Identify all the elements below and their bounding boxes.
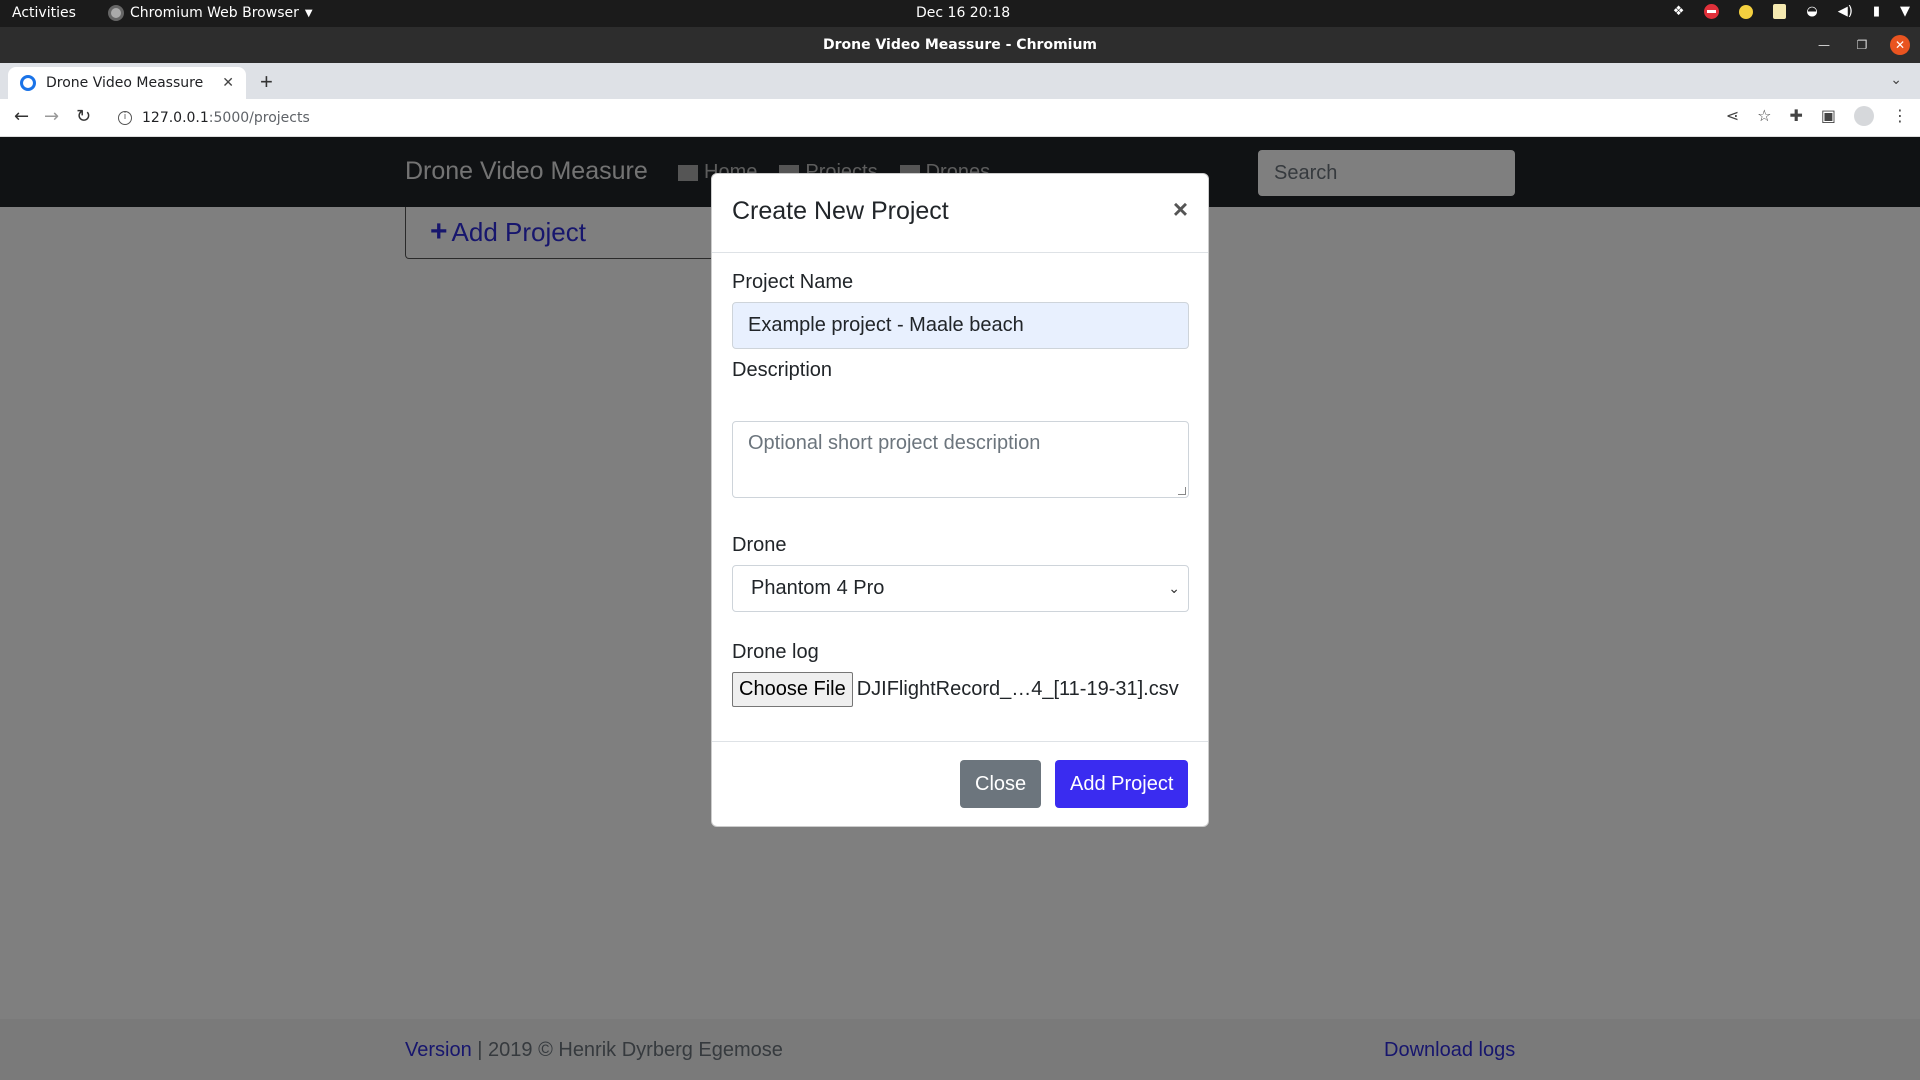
caret-down-icon: ▼ <box>304 7 313 19</box>
window-title-bar: Drone Video Meassure - Chromium — ❐ ✕ <box>0 27 1920 63</box>
drone-select[interactable]: Phantom 4 Pro ⌄ <box>732 565 1189 612</box>
favicon-icon <box>20 75 36 91</box>
extensions-icon[interactable]: ✚ <box>1789 106 1802 126</box>
address-bar[interactable]: i 127.0.0.1 :5000/projects <box>110 103 1710 133</box>
notification-icon[interactable] <box>1739 4 1754 19</box>
battery-icon[interactable]: ▮ <box>1873 4 1880 19</box>
wifi-icon[interactable]: ◒ <box>1806 4 1817 19</box>
add-project-button[interactable]: Add Project <box>1055 760 1189 808</box>
reload-icon[interactable]: ↻ <box>76 106 91 127</box>
back-icon[interactable]: ← <box>14 106 29 127</box>
modal-title: Create New Project <box>732 197 949 225</box>
close-button[interactable]: Close <box>960 760 1042 808</box>
profile-icon[interactable] <box>1854 106 1874 126</box>
side-panel-icon[interactable]: ▣ <box>1821 106 1836 126</box>
activities-button[interactable]: Activities <box>12 5 76 21</box>
close-icon[interactable]: × <box>1173 196 1188 222</box>
description-label: Description <box>732 359 833 381</box>
window-title: Drone Video Meassure - Chromium <box>822 37 1098 53</box>
selected-file-name: DJIFlightRecord_…4_[11-19-31].csv <box>856 678 1179 700</box>
chevron-down-icon: ⌄ <box>1168 580 1180 596</box>
tab-search-icon[interactable]: ⌄ <box>1890 71 1902 88</box>
do-not-disturb-icon[interactable] <box>1704 4 1720 19</box>
url-path: :5000/projects <box>208 110 310 126</box>
tab-title: Drone Video Meassure <box>46 75 204 91</box>
modal-header: Create New Project × <box>712 174 1208 253</box>
os-top-bar: Activities Chromium Web Browser ▼ Dec 16… <box>0 0 1920 27</box>
project-name-input[interactable]: Example project - Maale beach <box>732 302 1189 349</box>
chromium-icon <box>108 5 124 21</box>
share-icon[interactable]: ⋖ <box>1726 106 1739 126</box>
notes-icon[interactable] <box>1773 4 1787 19</box>
project-name-label: Project Name <box>732 271 854 293</box>
drone-selected-value: Phantom 4 Pro <box>751 577 885 599</box>
window-close-icon[interactable]: ✕ <box>1890 35 1910 55</box>
page: Drone Video Measure Home Projects Drones… <box>0 137 1920 1080</box>
url-host: 127.0.0.1 <box>142 110 209 126</box>
forward-icon[interactable]: → <box>44 106 59 127</box>
description-placeholder: Optional short project description <box>748 432 1041 454</box>
restore-icon[interactable]: ❐ <box>1852 35 1872 55</box>
clock[interactable]: Dec 16 20:18 <box>916 5 1010 21</box>
minimize-icon[interactable]: — <box>1814 35 1834 55</box>
create-project-modal: Create New Project × Project Name Exampl… <box>711 173 1209 827</box>
volume-icon[interactable]: ◀) <box>1838 4 1853 19</box>
drone-log-file-input: Choose File DJIFlightRecord_…4_[11-19-31… <box>732 672 1179 707</box>
menu-kebab-icon[interactable]: ⋮ <box>1892 106 1908 126</box>
new-tab-icon[interactable]: + <box>260 69 273 95</box>
tab-close-icon[interactable]: ✕ <box>222 75 234 91</box>
site-info-icon[interactable]: i <box>118 111 132 125</box>
app-menu[interactable]: Chromium Web Browser ▼ <box>108 5 313 21</box>
modal-body: Project Name Example project - Maale bea… <box>712 253 1208 742</box>
browser-tab[interactable]: Drone Video Meassure ✕ <box>8 67 246 99</box>
app-menu-label: Chromium Web Browser <box>130 5 299 21</box>
tab-strip: Drone Video Meassure ✕ + ⌄ <box>0 63 1920 99</box>
resize-grip-icon[interactable] <box>1178 487 1186 495</box>
system-tray[interactable]: ❖ ◒ ◀) ▮ ▼ <box>1673 4 1910 19</box>
drone-log-label: Drone log <box>732 641 819 663</box>
choose-file-button[interactable]: Choose File <box>732 672 853 707</box>
browser-toolbar: ← → ↻ i 127.0.0.1 :5000/projects ⋖ ☆ ✚ ▣… <box>0 99 1920 137</box>
drone-label: Drone <box>732 534 787 556</box>
description-textarea[interactable]: Optional short project description <box>732 421 1189 498</box>
dropbox-icon[interactable]: ❖ <box>1673 4 1685 19</box>
system-menu-caret-icon[interactable]: ▼ <box>1900 4 1910 19</box>
modal-footer: Close Add Project <box>712 742 1208 826</box>
bookmark-star-icon[interactable]: ☆ <box>1757 106 1771 126</box>
